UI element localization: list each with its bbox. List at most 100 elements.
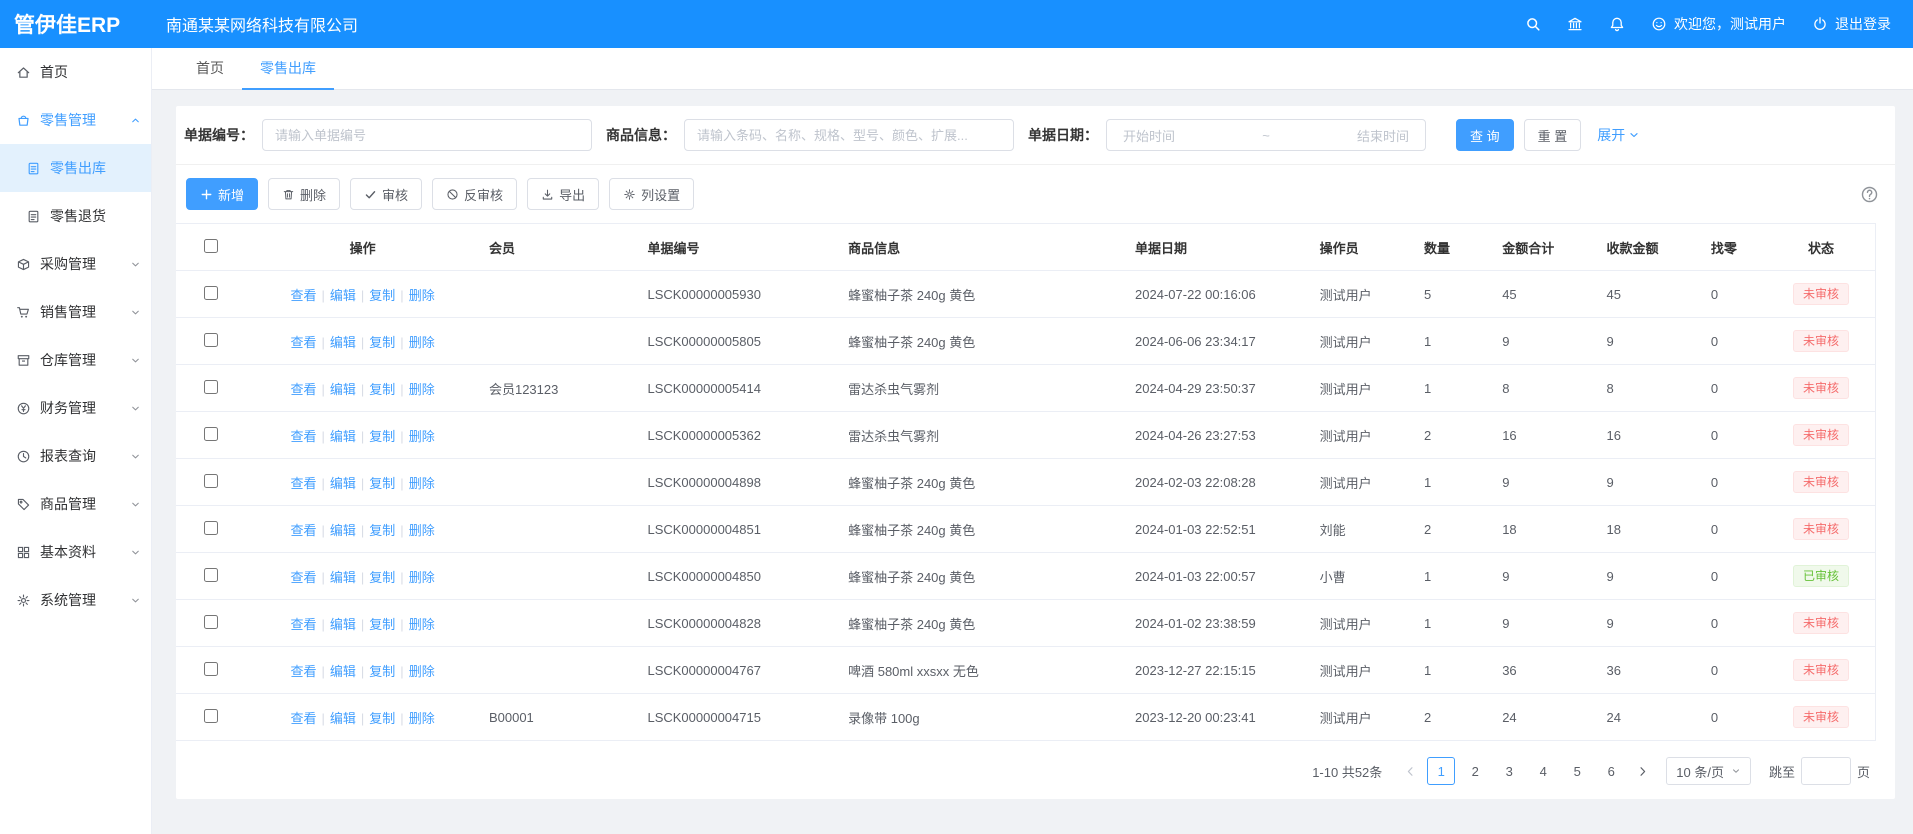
bell-icon[interactable]: [1609, 16, 1625, 32]
audit-button[interactable]: 审核: [350, 178, 422, 210]
page-button-1[interactable]: 1: [1427, 757, 1455, 785]
delete-button[interactable]: 删除: [268, 178, 340, 210]
action-delete-link[interactable]: 删除: [409, 476, 435, 491]
action-copy-link[interactable]: 复制: [369, 335, 395, 350]
row-checkbox[interactable]: [204, 427, 218, 441]
search-icon[interactable]: [1525, 16, 1541, 32]
action-copy-link[interactable]: 复制: [369, 382, 395, 397]
action-delete-link[interactable]: 删除: [409, 288, 435, 303]
sidebar-item-warehouse[interactable]: 仓库管理: [0, 336, 151, 384]
action-copy-link[interactable]: 复制: [369, 523, 395, 538]
tab-retail-out[interactable]: 零售出库: [242, 48, 334, 90]
logout-button[interactable]: 退出登录: [1812, 14, 1891, 34]
action-delete-link[interactable]: 删除: [409, 382, 435, 397]
action-copy-link[interactable]: 复制: [369, 570, 395, 585]
action-edit-link[interactable]: 编辑: [330, 711, 356, 726]
action-copy-link[interactable]: 复制: [369, 288, 395, 303]
action-copy-link[interactable]: 复制: [369, 617, 395, 632]
next-page-button[interactable]: [1628, 757, 1656, 785]
sidebar-item-retail[interactable]: 零售管理: [0, 96, 151, 144]
row-checkbox[interactable]: [204, 615, 218, 629]
tab-home[interactable]: 首页: [178, 48, 242, 90]
action-view-link[interactable]: 查看: [290, 476, 316, 491]
action-view-link[interactable]: 查看: [290, 617, 316, 632]
action-delete-link[interactable]: 删除: [409, 570, 435, 585]
sidebar-item-retail-out[interactable]: 零售出库: [0, 144, 151, 192]
search-button[interactable]: 查 询: [1456, 119, 1514, 151]
cell-member: [479, 553, 638, 600]
page-size-select[interactable]: 10 条/页: [1666, 757, 1751, 785]
row-checkbox[interactable]: [204, 474, 218, 488]
bank-icon[interactable]: [1567, 16, 1583, 32]
row-checkbox[interactable]: [204, 662, 218, 676]
page-button-5[interactable]: 5: [1563, 757, 1591, 785]
sidebar-item-base[interactable]: 基本资料: [0, 528, 151, 576]
sidebar-item-home[interactable]: 首页: [0, 48, 151, 96]
help-icon[interactable]: [1860, 185, 1879, 204]
action-copy-link[interactable]: 复制: [369, 476, 395, 491]
export-button[interactable]: 导出: [527, 178, 599, 210]
sidebar-item-goods[interactable]: 商品管理: [0, 480, 151, 528]
page-button-4[interactable]: 4: [1529, 757, 1557, 785]
row-checkbox[interactable]: [204, 709, 218, 723]
row-checkbox[interactable]: [204, 286, 218, 300]
action-edit-link[interactable]: 编辑: [330, 617, 356, 632]
action-view-link[interactable]: 查看: [290, 711, 316, 726]
action-view-link[interactable]: 查看: [290, 429, 316, 444]
cell-member: 会员123123: [479, 365, 638, 412]
product-info-input[interactable]: [684, 119, 1014, 151]
action-edit-link[interactable]: 编辑: [330, 476, 356, 491]
action-copy-link[interactable]: 复制: [369, 711, 395, 726]
sidebar-item-retail-return[interactable]: 零售退货: [0, 192, 151, 240]
cell-operator: 刘能: [1310, 506, 1414, 553]
action-view-link[interactable]: 查看: [290, 664, 316, 679]
sidebar-item-sales[interactable]: 销售管理: [0, 288, 151, 336]
action-separator: |: [321, 570, 324, 585]
user-menu[interactable]: 欢迎您，测试用户: [1651, 14, 1786, 34]
action-delete-link[interactable]: 删除: [409, 523, 435, 538]
action-edit-link[interactable]: 编辑: [330, 288, 356, 303]
action-delete-link[interactable]: 删除: [409, 711, 435, 726]
sidebar-item-system[interactable]: 系统管理: [0, 576, 151, 624]
start-date-input[interactable]: 开始时间: [1123, 126, 1175, 145]
action-view-link[interactable]: 查看: [290, 523, 316, 538]
action-edit-link[interactable]: 编辑: [330, 382, 356, 397]
action-edit-link[interactable]: 编辑: [330, 570, 356, 585]
status-badge: 已审核: [1793, 565, 1849, 587]
row-checkbox[interactable]: [204, 521, 218, 535]
action-delete-link[interactable]: 删除: [409, 335, 435, 350]
row-checkbox[interactable]: [204, 333, 218, 347]
action-edit-link[interactable]: 编辑: [330, 429, 356, 444]
action-copy-link[interactable]: 复制: [369, 664, 395, 679]
action-view-link[interactable]: 查看: [290, 335, 316, 350]
sidebar-item-report[interactable]: 报表查询: [0, 432, 151, 480]
action-edit-link[interactable]: 编辑: [330, 523, 356, 538]
page-button-2[interactable]: 2: [1461, 757, 1489, 785]
bill-no-input[interactable]: [262, 119, 592, 151]
prev-page-button[interactable]: [1396, 757, 1424, 785]
column-settings-button[interactable]: 列设置: [609, 178, 694, 210]
page-button-3[interactable]: 3: [1495, 757, 1523, 785]
action-delete-link[interactable]: 删除: [409, 664, 435, 679]
reset-button[interactable]: 重 置: [1524, 119, 1582, 151]
action-edit-link[interactable]: 编辑: [330, 664, 356, 679]
action-view-link[interactable]: 查看: [290, 570, 316, 585]
sidebar-item-purchase[interactable]: 采购管理: [0, 240, 151, 288]
action-delete-link[interactable]: 删除: [409, 429, 435, 444]
unaudit-button[interactable]: 反审核: [432, 178, 517, 210]
end-date-input[interactable]: 结束时间: [1357, 126, 1409, 145]
action-edit-link[interactable]: 编辑: [330, 335, 356, 350]
sidebar-item-finance[interactable]: 财务管理: [0, 384, 151, 432]
add-button[interactable]: 新增: [186, 178, 258, 210]
expand-link[interactable]: 展开: [1597, 125, 1640, 145]
select-all-checkbox[interactable]: [204, 239, 218, 253]
action-view-link[interactable]: 查看: [290, 288, 316, 303]
page-button-6[interactable]: 6: [1597, 757, 1625, 785]
action-copy-link[interactable]: 复制: [369, 429, 395, 444]
date-range-picker[interactable]: 开始时间 ~ 结束时间: [1106, 119, 1426, 151]
action-view-link[interactable]: 查看: [290, 382, 316, 397]
jump-page-input[interactable]: [1801, 757, 1851, 785]
action-delete-link[interactable]: 删除: [409, 617, 435, 632]
row-checkbox[interactable]: [204, 568, 218, 582]
row-checkbox[interactable]: [204, 380, 218, 394]
